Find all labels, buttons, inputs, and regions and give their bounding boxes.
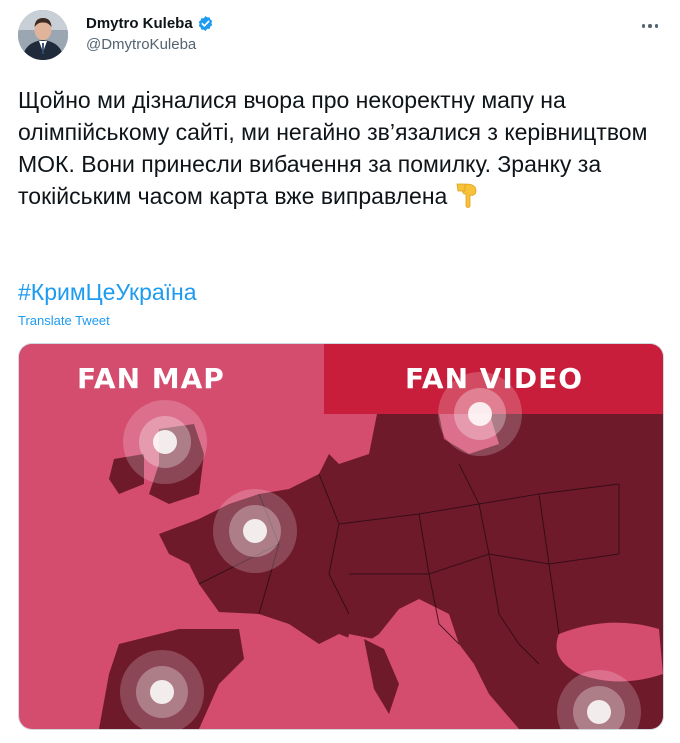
verified-badge-icon (198, 15, 212, 31)
tweet-text: Щойно ми дізналися вчора про некоректну … (18, 84, 663, 216)
tweet-media-image[interactable]: FAN MAP FAN VIDEO (18, 343, 664, 730)
hashtag-link[interactable]: #КримЦеУкраїна (18, 276, 197, 308)
location-marker-icon (123, 400, 207, 484)
translate-tweet-link[interactable]: Translate Tweet (18, 313, 110, 328)
fan-map-image: FAN MAP FAN VIDEO (19, 344, 663, 729)
pointing-down-emoji-icon (455, 182, 481, 216)
tweet: Dmytro Kuleba @DmytroKuleba Щойно ми діз… (0, 0, 680, 743)
author-name-row: Dmytro Kuleba (86, 13, 214, 33)
author-handle[interactable]: @DmytroKuleba (86, 36, 196, 53)
tweet-text-body: Щойно ми дізналися вчора про некоректну … (18, 87, 648, 209)
avatar[interactable] (18, 10, 68, 60)
location-marker-icon (438, 372, 522, 456)
fan-map-tab: FAN MAP (77, 362, 225, 395)
more-options-icon[interactable] (636, 12, 664, 40)
author-name[interactable]: Dmytro Kuleba (86, 15, 193, 32)
location-marker-icon (213, 489, 297, 573)
avatar-photo (18, 10, 68, 60)
